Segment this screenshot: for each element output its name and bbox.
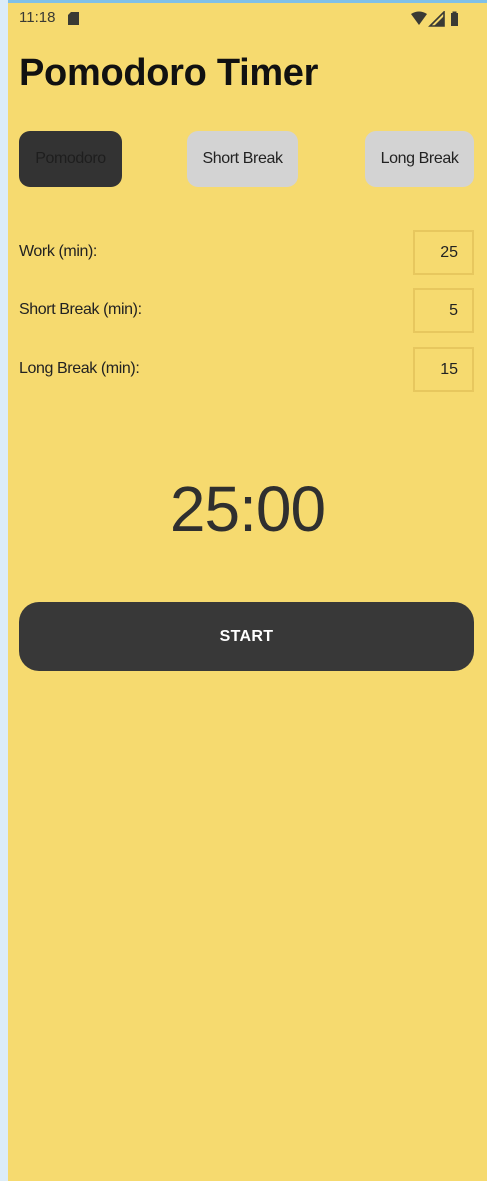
app-screen: 11:18 Pomodoro Timer Pomodoro Short Brea… <box>8 0 487 1181</box>
work-minutes-input[interactable] <box>413 230 474 275</box>
pomodoro-mode-button[interactable]: Pomodoro <box>19 131 122 187</box>
status-icons <box>411 11 458 27</box>
wifi-icon <box>411 11 427 25</box>
short-break-minutes-input[interactable] <box>413 288 474 333</box>
long-break-mode-button[interactable]: Long Break <box>365 131 474 187</box>
work-label: Work (min): <box>19 243 97 260</box>
short-break-label: Short Break (min): <box>19 301 142 318</box>
top-strip <box>8 0 487 3</box>
sim-card-icon <box>68 12 79 25</box>
short-break-mode-button[interactable]: Short Break <box>187 131 298 187</box>
battery-icon <box>451 13 458 26</box>
page-title: Pomodoro Timer <box>19 52 319 94</box>
long-break-label: Long Break (min): <box>19 360 140 377</box>
timer-display: 25:00 <box>169 473 326 545</box>
status-bar: 11:18 <box>8 4 487 30</box>
status-time: 11:18 <box>19 9 56 26</box>
start-button[interactable]: START <box>19 602 474 671</box>
long-break-minutes-input[interactable] <box>413 347 474 392</box>
